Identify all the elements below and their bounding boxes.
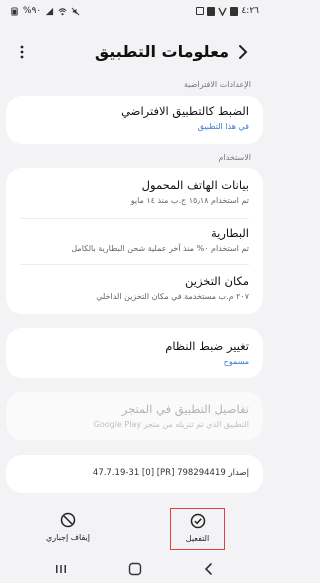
modify-system-settings-title: تغيير ضبط النظام bbox=[165, 339, 249, 353]
status-time: ٤:٢٦ bbox=[241, 6, 259, 16]
back-arrow-icon[interactable] bbox=[235, 44, 251, 60]
force-stop-label: إيقاف إجباري bbox=[46, 533, 90, 542]
page-title: معلومات التطبيق bbox=[94, 42, 229, 61]
mobile-data-title: بيانات الهاتف المحمول bbox=[141, 178, 249, 192]
status-bar: %٩٠ ٤:٢٦ bbox=[0, 0, 269, 22]
battery-subtitle: تم استخدام ٠% منذ آخر عملية شحن البطارية… bbox=[71, 244, 249, 253]
store-details-row: تفاصيل التطبيق في المتجر التطبيق الذي تم… bbox=[6, 402, 263, 429]
battery-icon bbox=[11, 6, 18, 16]
wifi-icon bbox=[58, 7, 67, 15]
bottom-action-bar: إيقاف إجباري التفعيل bbox=[0, 500, 269, 552]
status-icons-right: ٤:٢٦ bbox=[196, 6, 259, 16]
mute-icon bbox=[71, 7, 80, 15]
notification-icon-2 bbox=[230, 6, 239, 16]
check-circle-icon bbox=[190, 513, 205, 529]
divider bbox=[20, 218, 249, 219]
battery-row[interactable]: البطارية تم استخدام ٠% منذ آخر عملية شحن… bbox=[6, 226, 263, 253]
home-icon[interactable] bbox=[128, 562, 142, 576]
defaults-card: الضبط كالتطبيق الافتراضي في هذا التطبيق bbox=[6, 96, 263, 144]
store-details-title: تفاصيل التطبيق في المتجر bbox=[121, 402, 249, 416]
set-default-app-row[interactable]: الضبط كالتطبيق الافتراضي في هذا التطبيق bbox=[6, 104, 263, 131]
enable-label: التفعيل bbox=[185, 534, 210, 543]
back-nav-icon[interactable] bbox=[202, 562, 216, 576]
system-settings-card: تغيير ضبط النظام مسموح bbox=[6, 328, 263, 378]
stop-icon bbox=[60, 512, 76, 528]
enable-button[interactable]: التفعيل bbox=[170, 508, 225, 550]
mobile-data-subtitle: تم استخدام ١٥٫١٨ ج.ب منذ ١٤ مايو bbox=[130, 196, 249, 205]
set-default-app-subtitle: في هذا التطبيق bbox=[197, 122, 249, 131]
section-label-defaults: الإعدادات الافتراضية bbox=[184, 80, 251, 89]
battery-percent: %٩٠ bbox=[23, 6, 42, 16]
storage-title: مكان التخزين bbox=[184, 274, 249, 288]
mobile-data-row[interactable]: بيانات الهاتف المحمول تم استخدام ١٥٫١٨ ج… bbox=[6, 178, 263, 205]
navigation-bar bbox=[0, 554, 269, 583]
battery-title: البطارية bbox=[210, 226, 249, 240]
force-stop-button[interactable]: إيقاف إجباري bbox=[38, 508, 98, 548]
app-bar: معلومات التطبيق bbox=[0, 36, 269, 70]
modify-system-settings-subtitle: مسموح bbox=[223, 357, 249, 366]
modify-system-settings-row[interactable]: تغيير ضبط النظام مسموح bbox=[6, 339, 263, 366]
signal-icon bbox=[46, 7, 54, 15]
version-card: إصدار 798294419 [PR] [0] 47.7.19-31 bbox=[6, 455, 263, 493]
app-notification-icon bbox=[196, 7, 205, 15]
section-label-usage: الاستخدام bbox=[218, 153, 251, 162]
vpn-icon bbox=[218, 7, 228, 16]
notification-icon bbox=[207, 6, 216, 16]
usage-card: بيانات الهاتف المحمول تم استخدام ١٥٫١٨ ج… bbox=[6, 168, 263, 314]
recents-icon[interactable] bbox=[54, 562, 68, 576]
storage-row[interactable]: مكان التخزين ٢٠٧ م.ب مستخدمة في مكان الت… bbox=[6, 274, 263, 301]
store-details-card: تفاصيل التطبيق في المتجر التطبيق الذي تم… bbox=[6, 392, 263, 440]
set-default-app-title: الضبط كالتطبيق الافتراضي bbox=[121, 104, 249, 118]
more-vertical-icon[interactable] bbox=[14, 44, 30, 60]
version-text: إصدار 798294419 [PR] [0] 47.7.19-31 bbox=[92, 468, 249, 478]
status-icons-left: %٩٠ bbox=[10, 6, 80, 16]
storage-subtitle: ٢٠٧ م.ب مستخدمة في مكان التخزين الداخلي bbox=[96, 292, 249, 301]
divider bbox=[20, 264, 249, 265]
store-details-subtitle: التطبيق الذي تم تنزيله من متجر Google Pl… bbox=[93, 420, 249, 429]
